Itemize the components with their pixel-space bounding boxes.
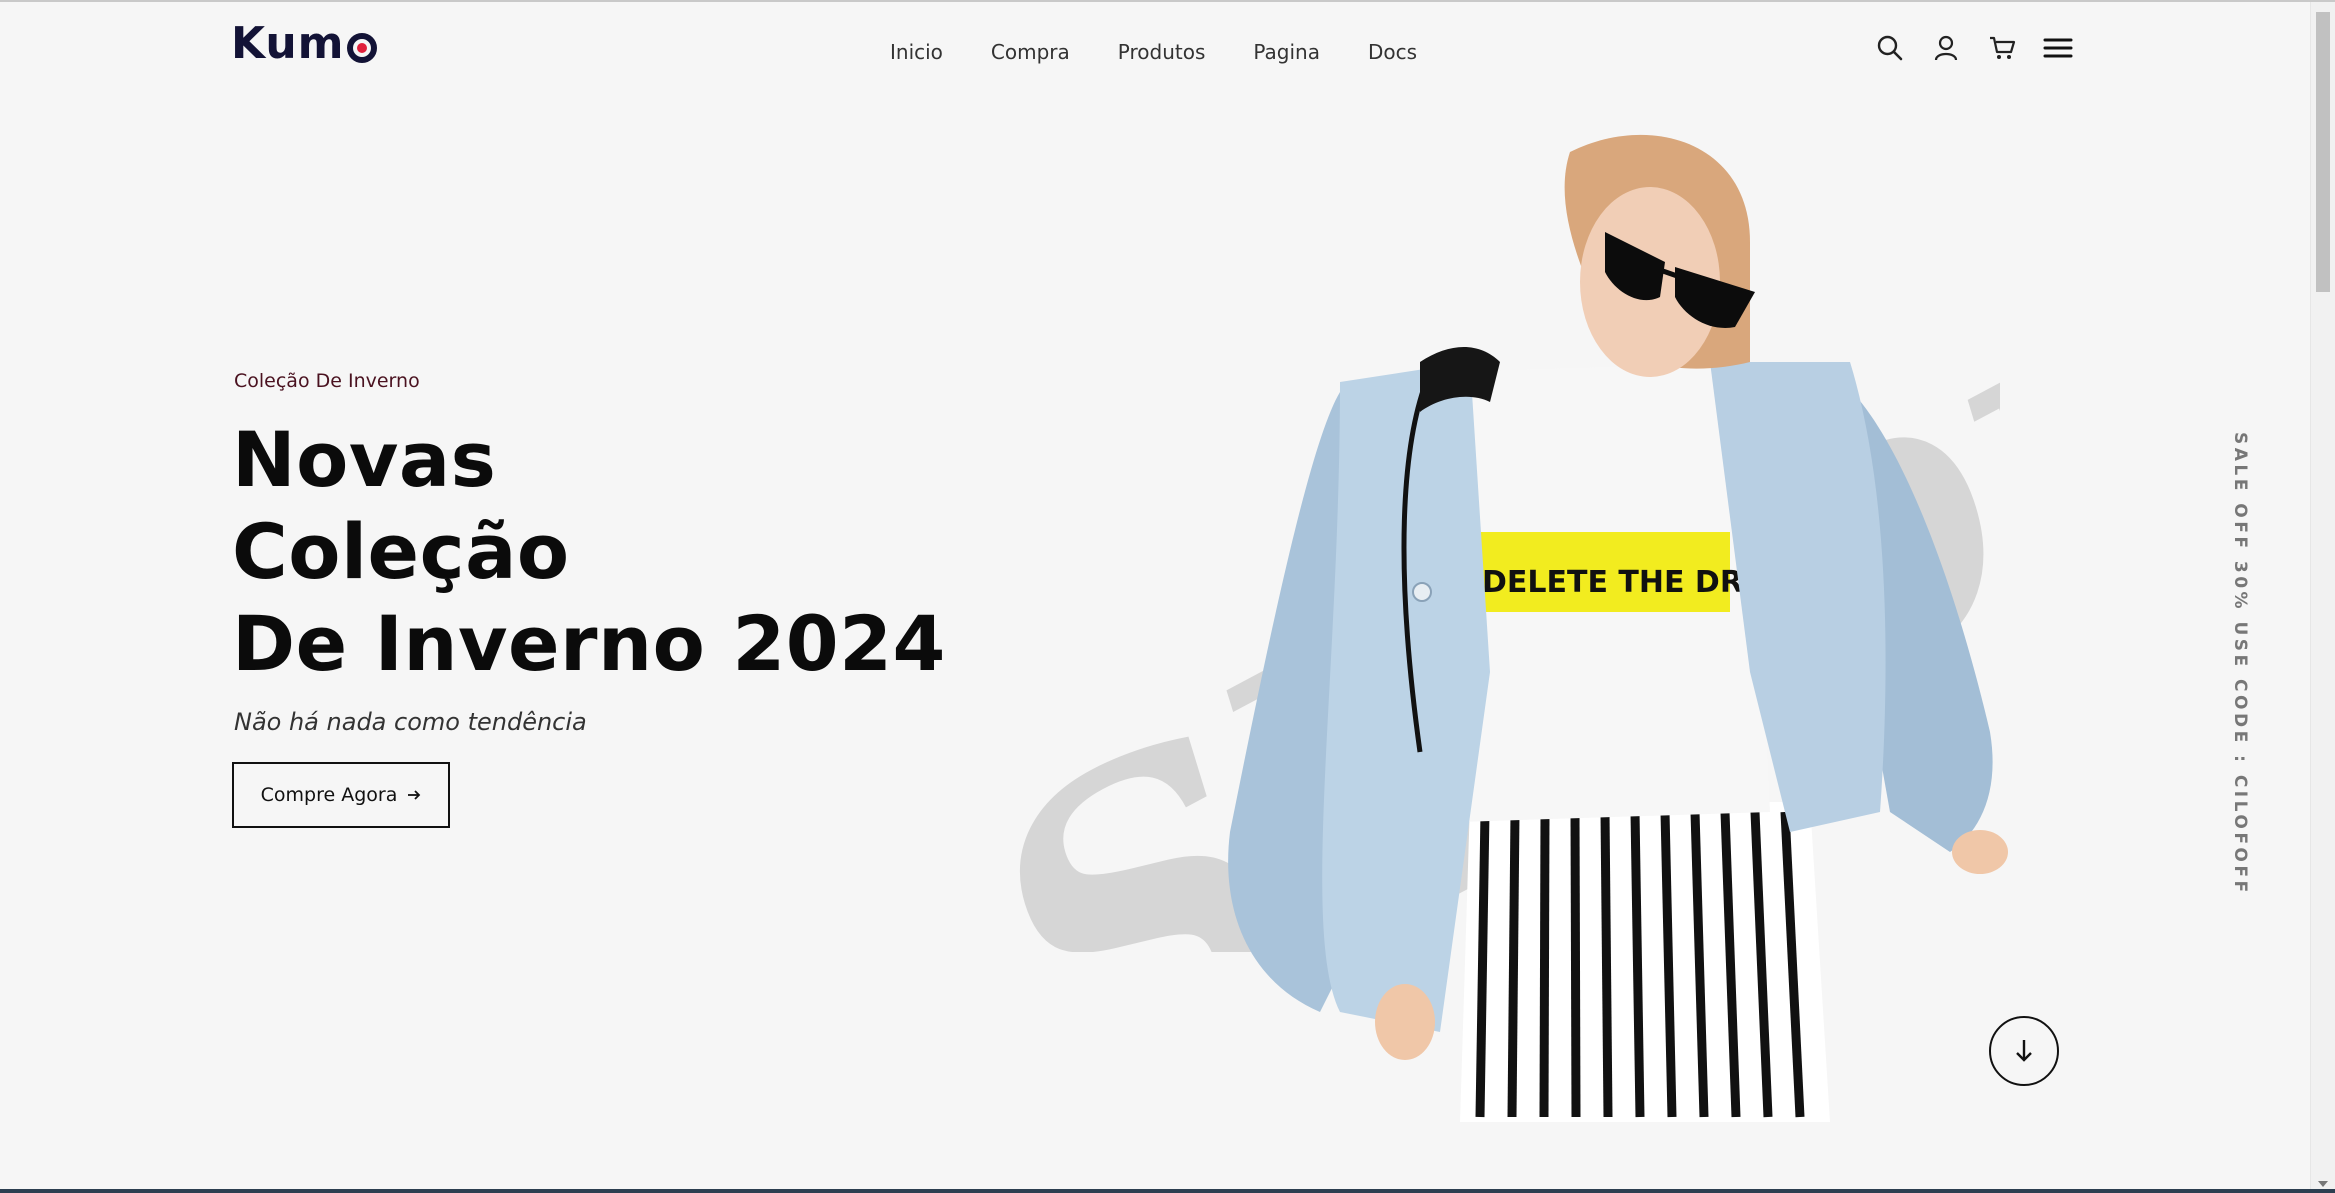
shop-now-button[interactable]: Compre Agora (232, 762, 450, 828)
cart-icon[interactable] (1986, 32, 2018, 64)
hero-title-line-3: De Inverno 2024 (232, 599, 946, 688)
bottom-edge (0, 1189, 2335, 1193)
nav-item-produtos[interactable]: Produtos (1118, 40, 1206, 64)
page: Kum Inicio Compra Produtos Pagina Docs D… (0, 0, 2335, 1193)
scrollbar-down-arrow-icon[interactable] (2318, 1181, 2328, 1187)
hero-title-line-1: Novas (232, 415, 497, 504)
user-icon[interactable] (1930, 32, 1962, 64)
nav-item-compra[interactable]: Compra (991, 40, 1070, 64)
hero-model-image: DELETE THE DRAMA (1228, 134, 2008, 1122)
side-promo-text: SALE OFF 30% USE CODE : CILOFOFF (2230, 432, 2250, 896)
menu-icon[interactable] (2042, 32, 2074, 64)
logo-o-mark (346, 33, 377, 63)
striped-trousers (1460, 802, 1830, 1122)
nav-item-docs[interactable]: Docs (1368, 40, 1417, 64)
vertical-scrollbar[interactable] (2310, 2, 2335, 1193)
main-nav: Inicio Compra Produtos Pagina Docs (890, 40, 1417, 64)
nav-item-pagina[interactable]: Pagina (1253, 40, 1320, 64)
scroll-down-button[interactable] (1989, 1016, 2059, 1086)
hero-subtitle: Não há nada como tendência (234, 708, 587, 736)
arrow-right-icon (408, 790, 421, 800)
hero-eyebrow: Coleção De Inverno (234, 370, 420, 392)
scrollbar-thumb[interactable] (2316, 12, 2330, 292)
shop-now-label: Compre Agora (260, 784, 398, 806)
hero-title: Novas Coleção De Inverno 2024 (232, 414, 946, 690)
header-icons (1874, 32, 2074, 64)
logo-text: Kum (231, 18, 345, 69)
arrow-down-icon (2016, 1040, 2032, 1062)
hero-text: Coleção De Inverno Novas Coleção De Inve… (232, 370, 946, 828)
hero-title-line-2: Coleção (232, 507, 570, 596)
search-icon[interactable] (1874, 32, 1906, 64)
brand-logo[interactable]: Kum (231, 22, 377, 66)
nav-item-inicio[interactable]: Inicio (890, 40, 943, 64)
site-header: Kum Inicio Compra Produtos Pagina Docs (0, 2, 2310, 102)
